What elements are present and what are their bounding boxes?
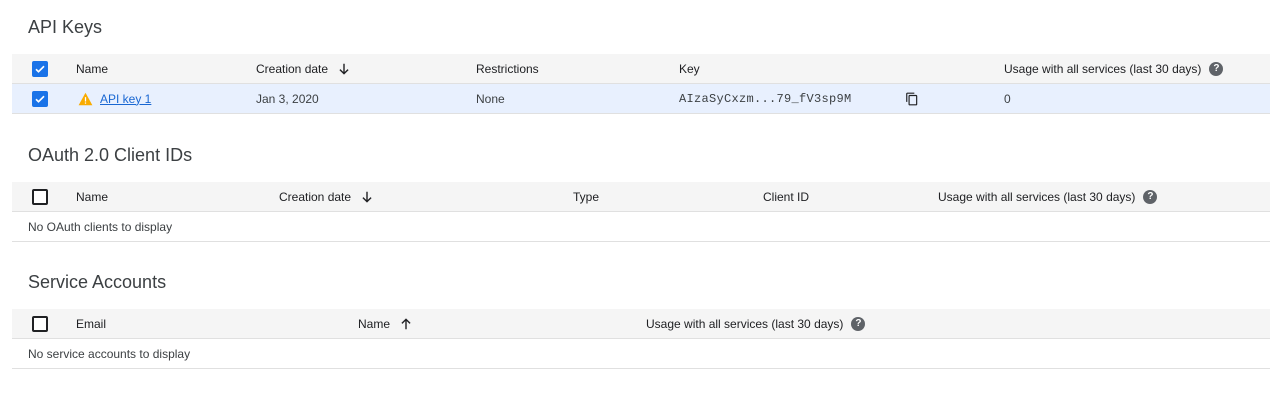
- column-header-name: Name: [76, 189, 109, 204]
- checkmark-icon: [35, 65, 45, 73]
- service-accounts-title: Service Accounts: [28, 272, 167, 292]
- column-header-creation-date[interactable]: Creation date: [256, 54, 351, 83]
- help-icon[interactable]: ?: [1209, 61, 1224, 76]
- warning-icon: [78, 92, 93, 105]
- api-key-name-cell: API key 1: [78, 84, 151, 113]
- copy-icon[interactable]: [905, 92, 919, 106]
- column-header-key: Key: [679, 61, 700, 76]
- column-header-email: Email: [76, 316, 107, 331]
- column-header-restrictions: Restrictions: [476, 61, 539, 76]
- oauth-table: Name Creation date Type Client ID Usage …: [12, 182, 1270, 242]
- column-header-type: Type: [573, 189, 600, 204]
- api-key-name-link[interactable]: API key 1: [100, 92, 151, 106]
- api-key-usage: 0: [1004, 91, 1011, 106]
- oauth-empty-row: No OAuth clients to display: [12, 212, 1270, 242]
- help-icon[interactable]: ?: [1143, 189, 1158, 204]
- service-accounts-empty-message: No service accounts to display: [28, 346, 191, 361]
- column-header-usage: Usage with all services (last 30 days) ?: [646, 309, 866, 338]
- select-all-api-keys-checkbox[interactable]: [32, 61, 48, 77]
- oauth-header-row: Name Creation date Type Client ID Usage …: [12, 182, 1270, 212]
- oauth-title: OAuth 2.0 Client IDs: [28, 145, 193, 165]
- copy-key-button[interactable]: [905, 84, 919, 113]
- table-row[interactable]: API key 1 Jan 3, 2020 None AIzaSyCxzm...…: [12, 84, 1270, 114]
- checkmark-icon: [35, 95, 45, 103]
- service-accounts-table: Email Name Usage with all services (last…: [12, 309, 1270, 369]
- arrow-up-icon[interactable]: [399, 317, 413, 331]
- api-keys-table: Name Creation date Restrictions Key Usag…: [12, 54, 1270, 114]
- service-accounts-header-row: Email Name Usage with all services (last…: [12, 309, 1270, 339]
- api-key-restrictions: None: [476, 91, 505, 106]
- oauth-empty-message: No OAuth clients to display: [28, 219, 173, 234]
- column-header-client-id: Client ID: [763, 189, 810, 204]
- select-all-oauth-checkbox[interactable]: [32, 189, 48, 205]
- service-accounts-empty-row: No service accounts to display: [12, 339, 1270, 369]
- select-all-service-accounts-checkbox[interactable]: [32, 316, 48, 332]
- column-header-creation-date[interactable]: Creation date: [279, 182, 374, 211]
- arrow-down-icon[interactable]: [337, 62, 351, 76]
- column-header-name[interactable]: Name: [358, 309, 413, 338]
- arrow-down-icon[interactable]: [360, 190, 374, 204]
- column-header-usage: Usage with all services (last 30 days) ?: [938, 182, 1158, 211]
- api-key-value: AIzaSyCxzm...79_fV3sp9M: [679, 91, 852, 106]
- help-icon[interactable]: ?: [851, 316, 866, 331]
- api-keys-title: API Keys: [28, 17, 103, 37]
- row-checkbox[interactable]: [32, 91, 48, 107]
- column-header-name: Name: [76, 61, 109, 76]
- column-header-usage: Usage with all services (last 30 days) ?: [1004, 54, 1224, 83]
- api-keys-header-row: Name Creation date Restrictions Key Usag…: [12, 54, 1270, 84]
- api-key-creation-date: Jan 3, 2020: [256, 91, 319, 106]
